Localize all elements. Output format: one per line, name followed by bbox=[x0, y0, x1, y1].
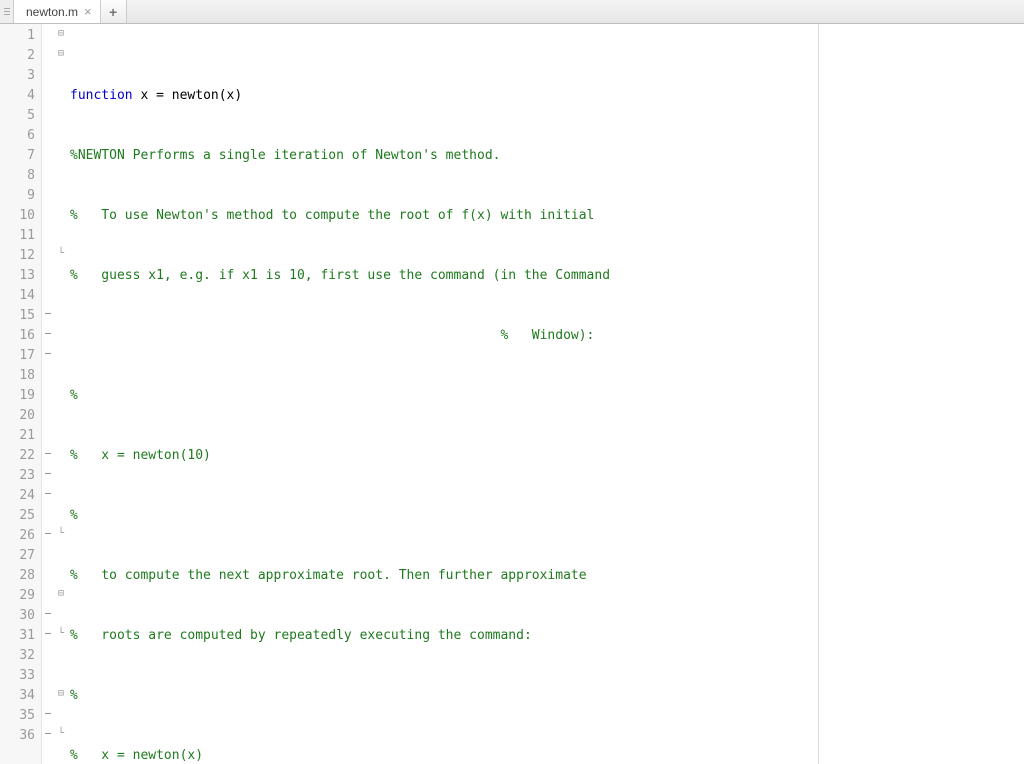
code-area[interactable]: function x = newton(x) %NEWTON Performs … bbox=[68, 24, 1024, 764]
code-line: % bbox=[70, 506, 1024, 526]
tab-bar: newton.m × + bbox=[0, 0, 1024, 24]
plus-icon: + bbox=[109, 4, 117, 20]
code-line: % x = newton(10) bbox=[70, 446, 1024, 466]
file-tab-label: newton.m bbox=[26, 5, 78, 19]
code-line: % to compute the next approximate root. … bbox=[70, 566, 1024, 586]
editor-area: 1234567891011121314151617181920212223242… bbox=[0, 24, 1024, 764]
code-line: % roots are computed by repeatedly execu… bbox=[70, 626, 1024, 646]
tab-grip-icon bbox=[0, 0, 14, 23]
code-line: function x = newton(x) bbox=[70, 86, 1024, 106]
code-line: %NEWTON Performs a single iteration of N… bbox=[70, 146, 1024, 166]
code-line: % bbox=[70, 386, 1024, 406]
code-line: % Window): bbox=[70, 326, 1024, 346]
add-tab-button[interactable]: + bbox=[101, 0, 127, 23]
code-line: % x = newton(x) bbox=[70, 746, 1024, 764]
code-line: % guess x1, e.g. if x1 is 10, first use … bbox=[70, 266, 1024, 286]
fold-column[interactable]: ⊟⊟└└⊟└⊟└ bbox=[54, 24, 68, 764]
code-line: % bbox=[70, 686, 1024, 706]
right-margin-line bbox=[818, 24, 819, 764]
file-tab[interactable]: newton.m × bbox=[14, 0, 101, 23]
line-number-gutter[interactable]: 1234567891011121314151617181920212223242… bbox=[0, 24, 42, 764]
close-icon[interactable]: × bbox=[84, 5, 92, 18]
breakpoint-column[interactable]: ––––––––––– bbox=[42, 24, 54, 764]
code-line: % To use Newton's method to compute the … bbox=[70, 206, 1024, 226]
